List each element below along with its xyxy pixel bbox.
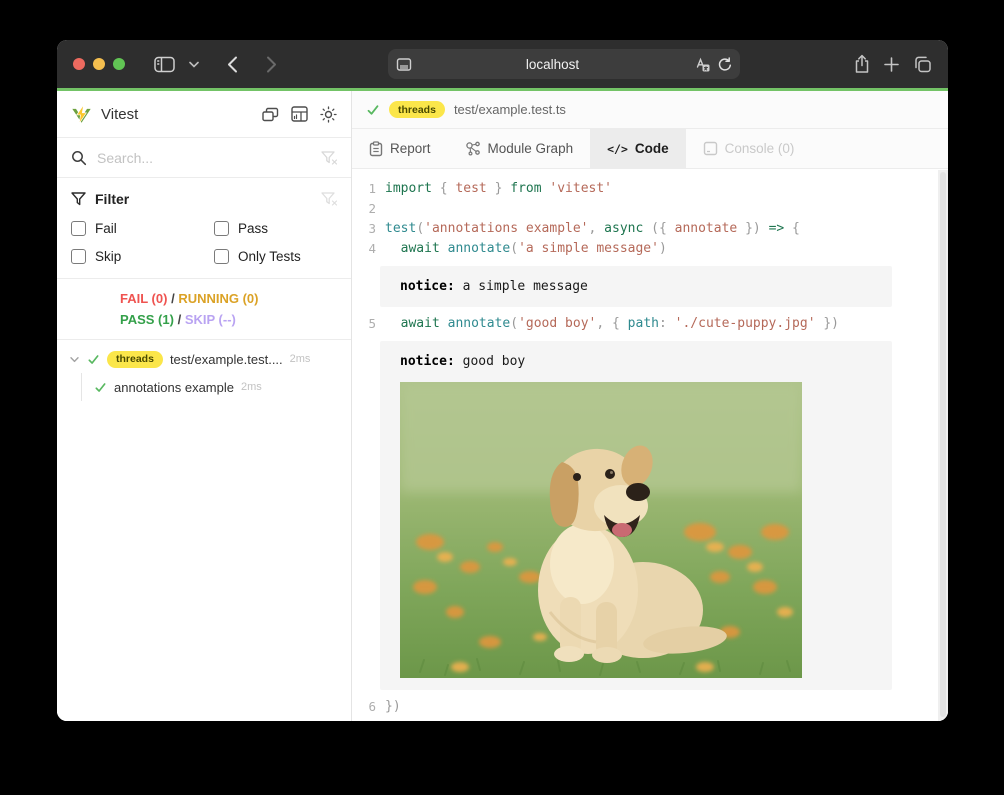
page-settings-icon[interactable] [396, 57, 412, 72]
pool-badge: threads [107, 351, 163, 368]
puppy-photo [400, 382, 802, 678]
traffic-lights [73, 58, 125, 70]
windows-stack-icon[interactable] [262, 107, 279, 122]
check-icon [87, 353, 100, 366]
tab-label: Console (0) [725, 141, 795, 156]
line-number: 6 [352, 697, 376, 717]
code-line-4: 4 await annotate('a simple message') [352, 239, 948, 259]
tab-code[interactable]: </> Code [590, 129, 686, 168]
pool-badge: threads [389, 101, 445, 118]
tab-console[interactable]: Console (0) [686, 129, 812, 168]
new-tab-icon[interactable] [884, 57, 899, 72]
translate-icon[interactable] [693, 57, 710, 72]
funnel-clear-icon[interactable] [321, 192, 337, 206]
forward-icon[interactable] [259, 49, 284, 79]
console-icon [703, 141, 718, 156]
tab-module-graph[interactable]: Module Graph [448, 129, 591, 168]
browser-toolbar: localhost [57, 40, 948, 88]
skip-count: SKIP (--) [185, 312, 236, 327]
module-graph-icon [465, 141, 481, 157]
filter-checkbox-only-tests[interactable]: Only Tests [214, 249, 337, 264]
test-file-name: test/example.test.... [170, 352, 283, 367]
filter-checkbox-fail[interactable]: Fail [71, 221, 214, 236]
test-tree: threads test/example.test.... 2ms annota… [57, 340, 351, 401]
url-text[interactable]: localhost [412, 57, 693, 72]
vitest-logo [71, 104, 92, 125]
dashboard-icon[interactable] [291, 106, 308, 122]
check-icon [366, 103, 380, 117]
checkbox-label: Only Tests [238, 249, 301, 264]
sidebar-toggle-icon[interactable] [147, 49, 182, 79]
test-duration: 2ms [241, 381, 262, 393]
checkbox[interactable] [71, 249, 86, 264]
checkbox[interactable] [214, 249, 229, 264]
share-icon[interactable] [854, 54, 870, 74]
annotation-notice: notice: a simple message [380, 266, 892, 307]
test-file-row[interactable]: threads test/example.test.... 2ms [57, 345, 351, 373]
sidebar: Vitest [57, 91, 352, 721]
line-number: 1 [352, 179, 376, 199]
app-title: Vitest [101, 106, 138, 123]
notice-text: notice: a simple message [400, 278, 872, 295]
checkbox-label: Pass [238, 221, 268, 236]
line-number: 5 [352, 314, 376, 334]
checkbox[interactable] [214, 221, 229, 236]
zoom-window-button[interactable] [113, 58, 125, 70]
code-line-5: 5 await annotate('good boy', { path: './… [352, 314, 948, 334]
chevron-down-icon[interactable] [69, 354, 80, 365]
test-case-name: annotations example [114, 380, 234, 395]
reload-icon[interactable] [718, 57, 732, 72]
running-count: RUNNING (0) [178, 291, 258, 306]
test-case-row[interactable]: annotations example 2ms [94, 373, 351, 401]
scrollbar-thumb[interactable] [940, 172, 946, 717]
tab-bar: Report Module Graph </> Code Console [352, 129, 948, 169]
line-number: 3 [352, 219, 376, 239]
file-path: test/example.test.ts [454, 102, 566, 117]
tab-label: Code [635, 141, 669, 156]
code-line-6: 6}) [352, 697, 948, 717]
filter-checkbox-pass[interactable]: Pass [214, 221, 337, 236]
file-header: threads test/example.test.ts [352, 91, 948, 129]
scrollbar[interactable] [938, 170, 948, 721]
code-line-2: 2 [352, 199, 948, 219]
code-area[interactable]: 1import { test } from 'vitest'23test('an… [352, 169, 948, 721]
address-bar[interactable]: localhost [388, 49, 740, 79]
line-number: 2 [352, 199, 376, 219]
tab-report[interactable]: Report [352, 129, 448, 168]
separator: / [178, 312, 182, 327]
code-icon: </> [607, 142, 628, 156]
funnel-clear-icon[interactable] [321, 151, 337, 165]
main-panel: threads test/example.test.ts Report Modu… [352, 91, 948, 721]
funnel-icon [71, 192, 86, 206]
search-input[interactable] [97, 150, 311, 166]
chevron-down-icon[interactable] [182, 49, 206, 79]
filter-checkbox-skip[interactable]: Skip [71, 249, 214, 264]
code-line-3: 3test('annotations example', async ({ an… [352, 219, 948, 239]
test-summary: FAIL (0) / RUNNING (0) PASS (1) / SKIP (… [57, 279, 351, 340]
sun-icon[interactable] [320, 106, 337, 123]
back-icon[interactable] [220, 49, 245, 79]
minimize-window-button[interactable] [93, 58, 105, 70]
filter-title: Filter [95, 191, 312, 207]
annotation-notice: notice: good boy [380, 341, 892, 690]
checkbox[interactable] [71, 221, 86, 236]
checkbox-label: Skip [95, 249, 121, 264]
filter-section: Filter Fail Pass Skip Only Tests [57, 178, 351, 279]
tab-label: Module Graph [488, 141, 574, 156]
browser-window: localhost [57, 40, 948, 721]
close-window-button[interactable] [73, 58, 85, 70]
test-duration: 2ms [290, 353, 311, 365]
separator: / [171, 291, 175, 306]
line-number: 4 [352, 239, 376, 259]
notice-text: notice: good boy [400, 353, 872, 370]
pass-count: PASS (1) [120, 312, 174, 327]
fail-count: FAIL (0) [120, 291, 167, 306]
tab-overview-icon[interactable] [913, 56, 932, 73]
report-icon [369, 141, 383, 157]
code-line-1: 1import { test } from 'vitest' [352, 179, 948, 199]
check-icon [94, 381, 107, 394]
checkbox-label: Fail [95, 221, 117, 236]
search-icon [71, 150, 87, 166]
tab-label: Report [390, 141, 431, 156]
